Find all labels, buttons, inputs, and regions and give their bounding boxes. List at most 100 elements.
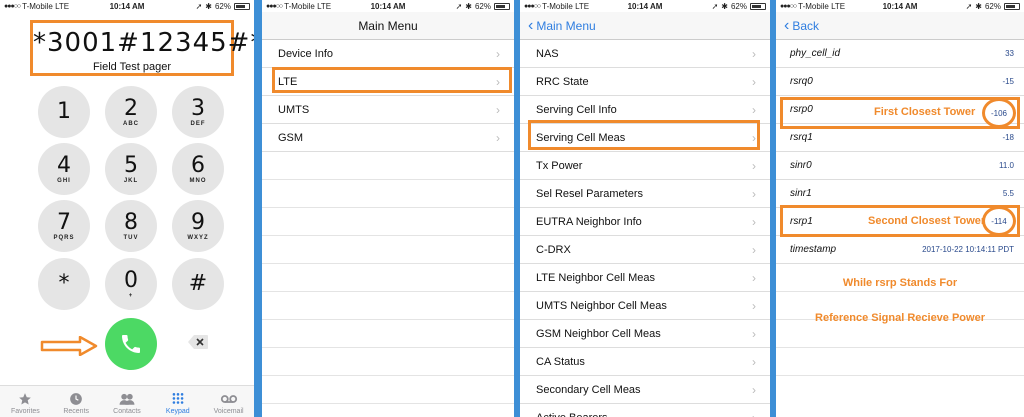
key-8[interactable]: 8 TUV [105,200,157,252]
key-digit: 5 [124,152,138,178]
key-1[interactable]: 1 [38,86,90,138]
menu-item-nas[interactable]: NAS › [520,40,770,68]
menu-item-secondary-cell-meas[interactable]: Secondary Cell Meas › [520,376,770,404]
bluetooth-icon: ✱ [721,1,728,11]
main-menu-list: Device Info › LTE › UMTS › GSM › [262,40,514,404]
empty-row [262,152,514,180]
key-star[interactable]: * [38,258,90,310]
menu-item-gsm[interactable]: GSM › [262,124,514,152]
key-2[interactable]: 2 ABC [105,86,157,138]
menu-item-tx-power[interactable]: Tx Power › [520,152,770,180]
key-letters: ABC [123,120,139,127]
tab-contacts[interactable]: Contacts [102,386,153,417]
contacts-icon [119,393,135,405]
menu-item-label: GSM Neighbor Cell Meas [536,327,661,340]
phone-main-menu-screen: ●●●○○ T-Mobile LTE 10:14 AM ➚ ✱ 62% Main… [262,0,514,417]
chevron-right-icon: › [752,326,756,341]
key-letters: TUV [123,234,139,241]
panel-divider [254,0,262,417]
menu-item-c-drx[interactable]: C-DRX › [520,236,770,264]
back-button[interactable]: ‹ Main Menu [528,12,596,39]
menu-item-device-info[interactable]: Device Info › [262,40,514,68]
key-6[interactable]: 6 MNO [172,143,224,195]
menu-item-ca-status[interactable]: CA Status › [520,348,770,376]
chevron-right-icon: › [752,102,756,117]
key-5[interactable]: 5 JKL [105,143,157,195]
key-digit: 3 [191,95,205,121]
tab-keypad[interactable]: Keypad [152,386,203,417]
chevron-right-icon: › [752,214,756,229]
backspace-icon[interactable] [187,334,209,350]
first-tower-annotation: First Closest Tower [874,106,976,118]
battery-icon [234,2,250,10]
signal-icon: ●●●○○ [780,2,797,10]
menu-item-label: LTE Neighbor Cell Meas [536,271,656,284]
key-0[interactable]: 0 + [105,258,157,310]
menu-item-serving-cell-info[interactable]: Serving Cell Info › [520,96,770,124]
menu-item-serving-cell-meas[interactable]: Serving Cell Meas › [520,124,770,152]
measurement-row-phy-cell-id: phy_cell_id 33 [776,40,1024,68]
menu-item-sel-resel-parameters[interactable]: Sel Resel Parameters › [520,180,770,208]
nav-bar: Main Menu [262,12,514,40]
status-bar: ●●●○○ T-Mobile LTE 10:14 AM ➚ ✱ 62% [776,0,1024,12]
key-digit: 0 [124,267,138,293]
menu-item-active-bearers[interactable]: Active Bearers › [520,404,770,417]
key-digit: 9 [191,209,205,235]
key-letters: MNO [189,177,207,184]
menu-item-lte-neighbor-cell-meas[interactable]: LTE Neighbor Cell Meas › [520,264,770,292]
key-hash[interactable]: # [172,258,224,310]
menu-item-umts[interactable]: UMTS › [262,96,514,124]
call-button[interactable] [105,318,157,370]
key-digit: # [188,271,208,296]
menu-item-umts-neighbor-cell-meas[interactable]: UMTS Neighbor Cell Meas › [520,292,770,320]
chevron-right-icon: › [496,102,500,117]
chevron-right-icon: › [752,74,756,89]
battery-icon [750,2,766,10]
empty-row [776,348,1024,376]
menu-item-gsm-neighbor-cell-meas[interactable]: GSM Neighbor Cell Meas › [520,320,770,348]
dial-subtitle: Field Test pager [92,61,172,73]
tab-recents[interactable]: Recents [51,386,102,417]
measurement-row-rsrq1: rsrq1 -18 [776,124,1024,152]
menu-item-label: EUTRA Neighbor Info [536,215,642,228]
empty-row [262,208,514,236]
carrier-label: T-Mobile LTE [542,1,590,11]
menu-item-label: Device Info [278,47,334,60]
voicemail-icon [220,395,237,403]
chevron-right-icon: › [752,382,756,397]
chevron-right-icon: › [752,354,756,369]
menu-item-eutra-neighbor-info[interactable]: EUTRA Neighbor Info › [520,208,770,236]
key-4[interactable]: 4 GHI [38,143,90,195]
location-icon: ➚ [711,1,719,11]
menu-item-rrc-state[interactable]: RRC State › [520,68,770,96]
phone-icon [122,335,140,353]
location-icon: ➚ [195,1,203,11]
clock-icon [70,393,83,405]
caption-line-1: While rsrp Stands For [842,277,958,289]
lte-menu-list: NAS › RRC State › Serving Cell Info › Serving … [520,40,770,417]
key-3[interactable]: 3 DEF [172,86,224,138]
battery-percent: 62% [474,1,491,11]
empty-row [262,292,514,320]
chevron-right-icon: › [752,270,756,285]
key-7[interactable]: 7 PQRS [38,200,90,252]
rsrp1-value-circle: -114 [982,206,1016,236]
tab-favorites[interactable]: Favorites [0,386,51,417]
tab-voicemail[interactable]: Voicemail [203,386,254,417]
measurement-list: phy_cell_id 33 rsrq0 -15 rsrp0 -106 rsrq1 -18 si… [776,40,1024,376]
menu-item-label: UMTS [278,103,310,116]
menu-item-label: RRC State [536,75,589,88]
key-digit: 8 [124,209,138,235]
key-letters: JKL [123,177,139,184]
key-9[interactable]: 9 WXYZ [172,200,224,252]
key-digit: 4 [57,152,71,178]
measurement-key: timestamp [790,244,837,255]
measurement-key: rsrp1 [790,216,813,227]
menu-item-lte[interactable]: LTE › [262,68,514,96]
phone-keypad-screen: ●●●○○ T-Mobile LTE 10:14 AM ➚ ✱ 62% *300… [0,0,254,417]
key-letters: WXYZ [187,234,209,241]
second-tower-annotation: Second Closest Tower [868,215,986,227]
chevron-right-icon: › [496,130,500,145]
back-button[interactable]: ‹ Back [784,12,819,39]
measurement-row-sinr1: sinr1 5.5 [776,180,1024,208]
